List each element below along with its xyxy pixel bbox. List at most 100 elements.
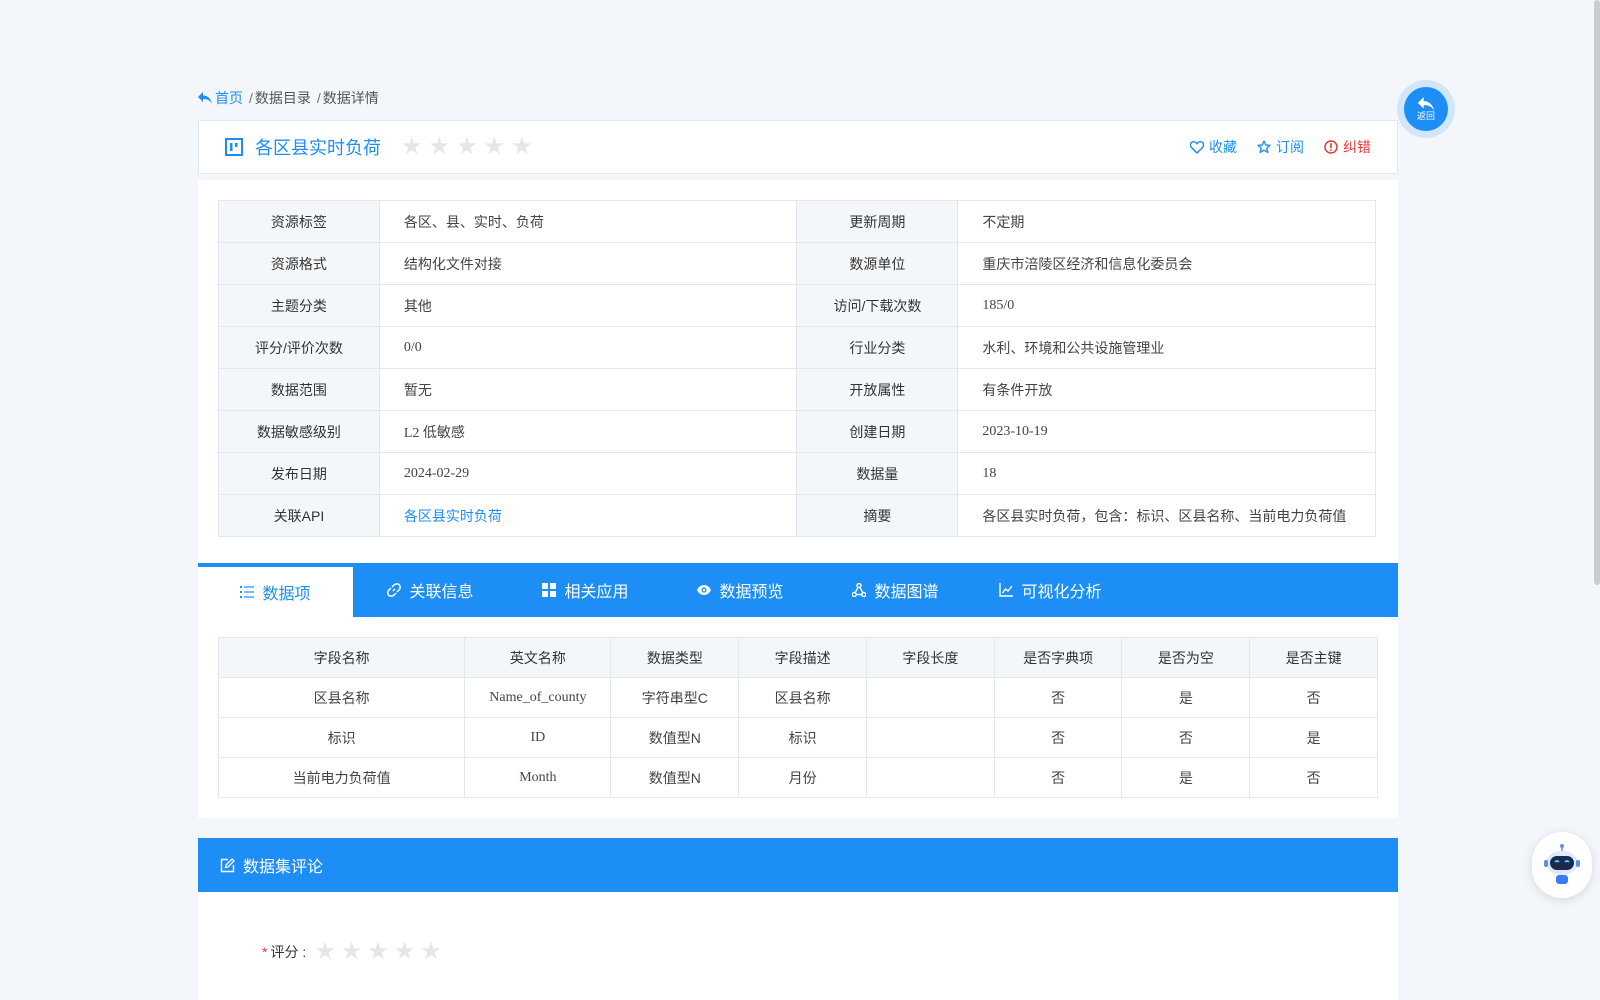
info-key: 开放属性: [796, 368, 959, 411]
column-header: 字段名称: [217, 637, 466, 678]
star-icon[interactable]: ★: [401, 135, 423, 159]
heart-icon: [1190, 140, 1204, 154]
star-icon[interactable]: ★: [420, 940, 442, 964]
tab-data-items[interactable]: 数据项: [198, 563, 353, 617]
info-key: 关联API: [218, 494, 380, 537]
tab-visual-analysis[interactable]: 可视化分析: [973, 563, 1128, 617]
info-value: 18: [957, 452, 1376, 495]
info-row: 主题分类 其他 访问/下载次数 185/0: [218, 284, 1376, 327]
info-value: L2 低敏感: [378, 410, 798, 453]
tab-related-apps[interactable]: 相关应用: [508, 563, 663, 617]
breadcrumb-item-detail: 数据详情: [322, 90, 379, 106]
back-button[interactable]: 返回: [1397, 80, 1455, 138]
star-icon[interactable]: ★: [394, 940, 416, 964]
table-cell: 否: [1249, 757, 1378, 798]
table-cell: 区县名称: [738, 677, 867, 718]
column-header: 是否为空: [1121, 637, 1251, 678]
info-value: 暂无: [378, 368, 798, 411]
table-cell: ID: [464, 717, 612, 758]
tab-data-graph[interactable]: 数据图谱: [818, 563, 973, 617]
required-mark: *: [262, 944, 268, 960]
breadcrumb-item-catalog[interactable]: 数据目录: [255, 88, 311, 108]
tab-label: 数据项: [262, 586, 311, 603]
star-icon[interactable]: ★: [511, 135, 533, 159]
star-icon[interactable]: ★: [367, 940, 389, 964]
info-row: 资源标签 各区、县、实时、负荷 更新周期 不定期: [218, 200, 1376, 243]
info-key: 数据范围: [218, 368, 380, 411]
table-cell: Name_of_county: [464, 677, 612, 718]
breadcrumb-home[interactable]: 首页: [198, 88, 243, 108]
info-value: 结构化文件对接: [378, 242, 798, 285]
column-header: 是否字典项: [993, 637, 1123, 678]
data-items-table: 字段名称 英文名称 数据类型 字段描述 字段长度 是否字典项 是否为空 是否主键 区县名称 Na…: [217, 637, 1378, 798]
column-header: 数据类型: [610, 637, 740, 678]
info-row: 数据范围 暂无 开放属性 有条件开放: [218, 368, 1376, 411]
table-cell: 数值型N: [610, 757, 740, 798]
comments-body: * 评分 : ★ ★ ★ ★ ★: [198, 892, 1398, 1000]
comment-rating-row: * 评分 : ★ ★ ★ ★ ★: [262, 940, 442, 964]
breadcrumb-home-label: 首页: [215, 90, 243, 106]
report-error-button[interactable]: 纠错: [1324, 137, 1371, 157]
info-key: 创建日期: [796, 410, 959, 453]
info-row: 资源格式 结构化文件对接 数源单位 重庆市涪陵区经济和信息化委员会: [218, 242, 1376, 285]
column-header: 英文名称: [464, 637, 612, 678]
line-chart-icon: [999, 583, 1014, 597]
tab-label: 可视化分析: [1021, 584, 1102, 601]
table-row: 区县名称 Name_of_county 字符串型C 区县名称否是否: [217, 677, 1378, 718]
breadcrumb-separator: /: [249, 90, 253, 106]
detail-tabs: 数据项 关联信息 相关应用 数据预览 数据图谱 可视化分析: [198, 563, 1398, 617]
table-cell: Month: [464, 757, 612, 798]
info-value: 2024-02-29: [378, 452, 798, 495]
related-api-link[interactable]: 各区县实时负荷: [378, 494, 798, 537]
info-value: 有条件开放: [957, 368, 1376, 411]
edit-icon: [220, 857, 235, 872]
info-value: 其他: [378, 284, 798, 327]
star-icon[interactable]: ★: [484, 135, 506, 159]
comment-rating-stars: ★ ★ ★ ★ ★: [314, 940, 442, 964]
list-icon: [240, 586, 255, 598]
table-cell: 月份: [738, 757, 867, 798]
assistant-robot-button[interactable]: [1532, 832, 1592, 898]
info-key: 摘要: [796, 494, 959, 537]
favorite-label: 收藏: [1209, 139, 1237, 155]
star-icon[interactable]: ★: [456, 135, 478, 159]
report-error-label: 纠错: [1343, 139, 1371, 155]
tab-data-preview[interactable]: 数据预览: [663, 563, 818, 617]
dataset-title: 各区县实时负荷: [255, 138, 381, 158]
favorite-button[interactable]: 收藏: [1190, 137, 1237, 157]
tab-label: 相关应用: [564, 584, 629, 601]
graph-icon: [852, 583, 867, 597]
scrollbar-thumb[interactable]: [1594, 0, 1600, 585]
star-icon[interactable]: ★: [314, 940, 336, 964]
back-button-label: 返回: [1416, 111, 1435, 121]
table-cell: 否: [993, 757, 1123, 798]
star-icon[interactable]: ★: [429, 135, 451, 159]
info-key: 数据量: [796, 452, 959, 495]
table-cell: 否: [1249, 677, 1378, 718]
table-cell: 标识: [217, 717, 466, 758]
table-cell: [865, 757, 995, 798]
info-value: 2023-10-19: [957, 410, 1376, 453]
info-key: 数源单位: [796, 242, 959, 285]
dataset-icon: [225, 138, 243, 156]
info-key: 评分/评价次数: [218, 326, 380, 369]
subscribe-button[interactable]: 订阅: [1257, 137, 1304, 157]
info-key: 数据敏感级别: [218, 410, 380, 453]
tab-label: 数据预览: [719, 584, 784, 601]
column-header: 字段长度: [865, 637, 995, 678]
info-value: 各区县实时负荷，包含：标识、区县名称、当前电力负荷值: [957, 494, 1376, 537]
dataset-actions: 收藏 订阅 纠错: [1190, 121, 1371, 173]
tab-related-info[interactable]: 关联信息: [353, 563, 508, 617]
comments-title: 数据集评论: [243, 859, 324, 876]
info-value: 重庆市涪陵区经济和信息化委员会: [957, 242, 1376, 285]
info-key: 发布日期: [218, 452, 380, 495]
info-key: 访问/下载次数: [796, 284, 959, 327]
comments-header: 数据集评论: [198, 838, 1398, 892]
info-row: 关联API 各区县实时负荷 摘要 各区县实时负荷，包含：标识、区县名称、当前电力负荷值: [218, 494, 1376, 537]
table-cell: 否: [993, 677, 1123, 718]
star-icon[interactable]: ★: [341, 940, 363, 964]
table-row: 标识 ID 数值型N 标识否否是: [217, 717, 1378, 758]
table-cell: 区县名称: [217, 677, 466, 718]
table-cell: 否: [1121, 717, 1251, 758]
tab-label: 数据图谱: [874, 584, 939, 601]
